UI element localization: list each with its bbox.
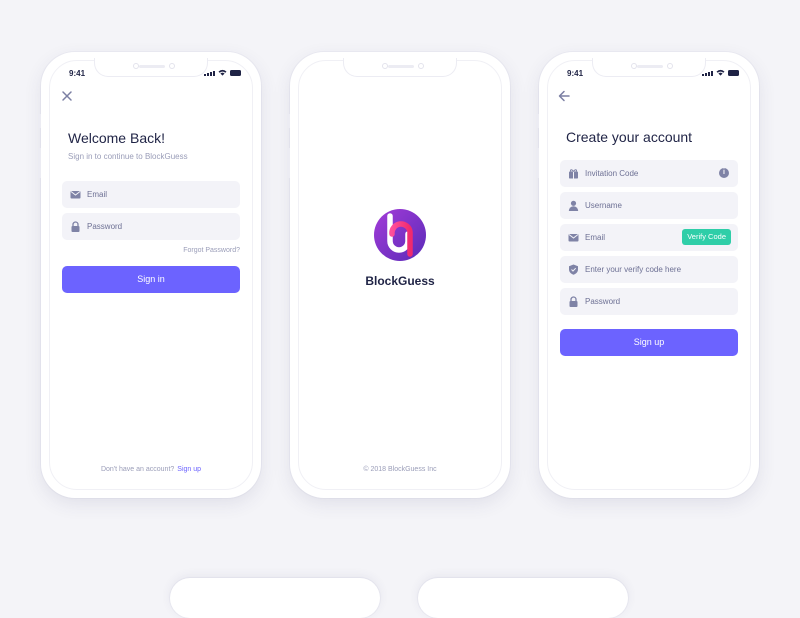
verify-code-field[interactable]: Enter your verify code here bbox=[560, 256, 738, 283]
splash-screen: BlockGuess © 2018 BlockGuess Inc bbox=[287, 52, 510, 498]
phone-preview bbox=[418, 578, 628, 618]
info-icon[interactable]: i bbox=[719, 168, 729, 178]
page-title: Create your account bbox=[566, 129, 693, 145]
phone-side-button bbox=[38, 148, 41, 178]
battery-icon bbox=[230, 70, 241, 76]
signup-prompt-text: Don't have an account? bbox=[100, 466, 175, 473]
lock-icon bbox=[569, 296, 578, 307]
email-field[interactable]: Email bbox=[62, 181, 240, 208]
blockguess-logo bbox=[374, 209, 426, 261]
close-icon[interactable] bbox=[61, 90, 73, 102]
email-placeholder: Email bbox=[585, 233, 606, 242]
user-icon bbox=[568, 200, 579, 211]
signup-link[interactable]: Sign up bbox=[177, 466, 201, 473]
lock-icon bbox=[71, 221, 80, 232]
invitation-code-placeholder: Invitation Code bbox=[585, 169, 639, 178]
phone-side-button bbox=[287, 148, 290, 178]
username-placeholder: Username bbox=[585, 201, 622, 210]
signup-prompt: Don't have an account? Sign up bbox=[41, 466, 261, 473]
password-field[interactable]: Password bbox=[560, 288, 738, 315]
phone-side-button bbox=[287, 114, 290, 128]
gift-icon bbox=[569, 169, 578, 179]
status-time: 9:41 bbox=[567, 69, 584, 78]
phone-preview bbox=[170, 578, 380, 618]
status-icons bbox=[702, 69, 739, 76]
brand-name: BlockGuess bbox=[365, 274, 435, 288]
status-icons bbox=[204, 69, 241, 76]
phone-side-button bbox=[38, 114, 41, 128]
phone-notch bbox=[94, 58, 208, 77]
verify-code-placeholder: Enter your verify code here bbox=[585, 265, 682, 274]
password-placeholder: Password bbox=[585, 297, 621, 306]
signal-icon bbox=[204, 71, 215, 76]
battery-icon bbox=[728, 70, 739, 76]
verify-code-button[interactable]: Verify Code bbox=[682, 229, 731, 245]
page-title: Welcome Back! bbox=[68, 130, 165, 146]
status-time: 9:41 bbox=[69, 69, 86, 78]
wifi-icon bbox=[218, 69, 227, 76]
password-field[interactable]: Password bbox=[62, 213, 240, 240]
signup-screen: 9:41 Create your account Invitation Code… bbox=[536, 52, 759, 498]
email-icon bbox=[568, 234, 579, 242]
phone-notch bbox=[592, 58, 706, 77]
email-icon bbox=[70, 191, 81, 199]
email-placeholder: Email bbox=[87, 190, 108, 199]
invitation-code-field[interactable]: Invitation Code i bbox=[560, 160, 738, 187]
shield-icon bbox=[569, 264, 578, 275]
phone-notch bbox=[343, 58, 457, 77]
signin-button[interactable]: Sign in bbox=[62, 266, 240, 293]
signup-button[interactable]: Sign up bbox=[560, 329, 738, 356]
forgot-password-link[interactable]: Forgot Password? bbox=[183, 247, 240, 254]
signal-icon bbox=[702, 71, 713, 76]
phone-side-button bbox=[536, 148, 539, 178]
copyright-text: © 2018 BlockGuess Inc bbox=[363, 466, 437, 473]
signin-screen: 9:41 Welcome Back! Sign in to continue t… bbox=[38, 52, 261, 498]
phone-side-button bbox=[536, 114, 539, 128]
page-subtitle: Sign in to continue to BlockGuess bbox=[68, 152, 188, 161]
back-arrow-icon[interactable] bbox=[558, 90, 570, 102]
wifi-icon bbox=[716, 69, 725, 76]
username-field[interactable]: Username bbox=[560, 192, 738, 219]
email-field[interactable]: Email Verify Code bbox=[560, 224, 738, 251]
password-placeholder: Password bbox=[87, 222, 123, 231]
